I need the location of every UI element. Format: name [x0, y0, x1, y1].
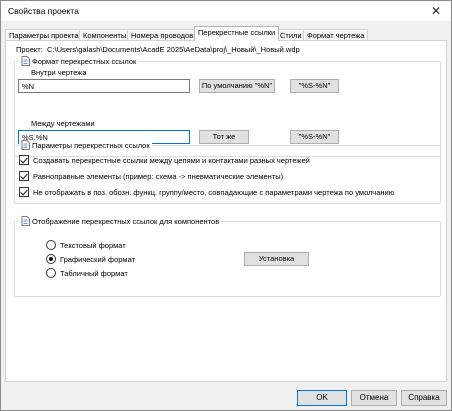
component-display-group-label: Отображение перекрестных ссылок для комп…	[19, 216, 222, 226]
radio-button[interactable]	[46, 268, 56, 278]
radio-label: Текстовый формат	[60, 240, 126, 250]
radio-button[interactable]	[46, 254, 56, 264]
radio-graphic-format[interactable]: Графический формат	[46, 254, 135, 264]
between-drawings-label: Между чертежами	[31, 119, 95, 128]
cross-references-panel: Проект: C:\Users\galash\Documents\AcadE …	[5, 40, 447, 382]
radio-button[interactable]	[46, 240, 56, 250]
same-format-button[interactable]: Тот же	[199, 130, 249, 144]
radio-label: Графический формат	[60, 254, 136, 264]
cancel-button[interactable]: Отмена	[351, 390, 397, 406]
xref-options-title: Параметры перекрестных ссылок	[32, 140, 150, 150]
xref-options-group-label: Параметры перекрестных ссылок	[19, 140, 152, 150]
radio-label: Табличный формат	[60, 268, 128, 278]
within-drawing-input[interactable]: %N	[18, 79, 190, 93]
checkbox-box[interactable]	[19, 155, 29, 165]
document-icon	[21, 56, 30, 66]
xref-format-group-label: Формат перекрестных ссылок	[19, 56, 139, 66]
setup-button[interactable]: Установка	[244, 252, 309, 266]
within-drawing-label: Внутри чертежа	[31, 68, 87, 77]
checkbox-label: Создавать перекрестные ссылки между цепя…	[33, 155, 310, 165]
component-display-title: Отображение перекрестных ссылок для комп…	[32, 216, 220, 226]
xref-options-group: Параметры перекрестных ссылок Создавать …	[14, 140, 441, 204]
default-format-button[interactable]: По умолчанию "%N"	[199, 79, 275, 93]
component-display-group: Отображение перекрестных ссылок для комп…	[14, 216, 441, 297]
project-path: C:\Users\galash\Documents\AcadE 2025\AeD…	[47, 45, 300, 54]
radio-text-format[interactable]: Текстовый формат	[46, 240, 126, 250]
radio-table-format[interactable]: Табличный формат	[46, 268, 128, 278]
xref-format-title: Формат перекрестных ссылок	[32, 56, 137, 66]
window-title: Свойства проекта	[8, 6, 79, 16]
checkbox-hide-default-location[interactable]: Не отображать в поз. обозн. функц. групп…	[19, 187, 394, 197]
tab-cross-references[interactable]: Перекрестные ссылки	[194, 26, 280, 41]
document-icon	[21, 140, 30, 150]
s-n-format-button-2[interactable]: "%S-%N"	[290, 130, 339, 144]
checkbox-cross-drawing-xrefs[interactable]: Создавать перекрестные ссылки между цепя…	[19, 155, 310, 165]
checkbox-label: Не отображать в поз. обозн. функц. групп…	[33, 187, 395, 197]
close-icon[interactable]: ✕	[429, 4, 443, 18]
project-path-label: Проект:	[16, 45, 43, 54]
checkbox-label: Равноправные элементы (пример: схема -> …	[33, 171, 284, 181]
title-bar: Свойства проекта ✕	[1, 1, 451, 21]
ok-button[interactable]: OK	[297, 390, 347, 406]
checkbox-peer-elements[interactable]: Равноправные элементы (пример: схема -> …	[19, 171, 283, 181]
s-n-format-button[interactable]: "%S-%N"	[290, 79, 339, 93]
project-properties-dialog: Свойства проекта ✕ Параметры проекта Ком…	[0, 0, 452, 411]
checkbox-box[interactable]	[19, 187, 29, 197]
checkbox-box[interactable]	[19, 171, 29, 181]
help-button[interactable]: Справка	[401, 390, 447, 406]
document-icon	[21, 216, 30, 226]
